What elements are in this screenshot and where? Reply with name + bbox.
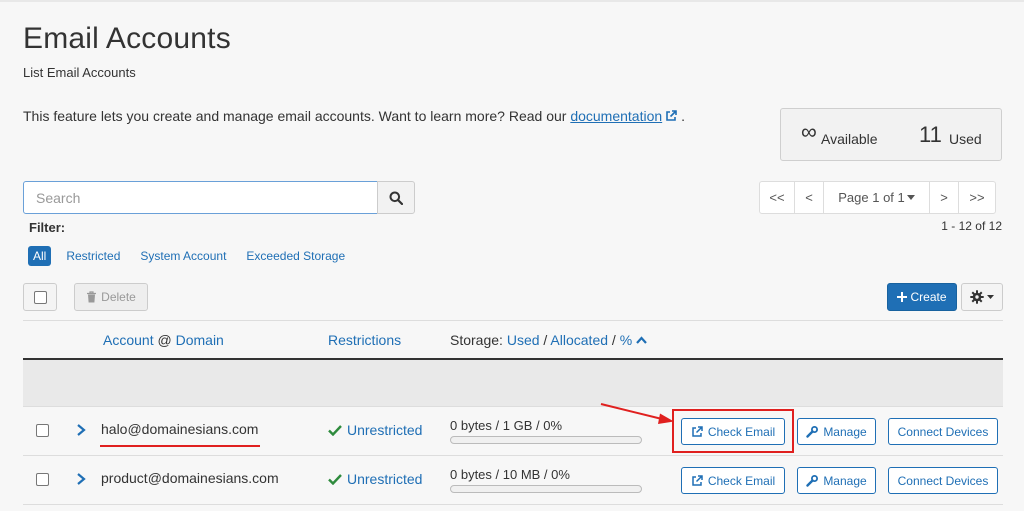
gear-icon: [970, 290, 984, 304]
column-header-restrictions: Restrictions: [328, 332, 401, 348]
page-label: Page 1 of 1: [838, 190, 905, 205]
table-row: halo@domainesians.com Unrestricted 0 byt…: [23, 407, 1003, 456]
manage-button[interactable]: Manage: [797, 418, 876, 445]
annotation-highlight-box: [672, 409, 794, 453]
account-email: product@domainesians.com: [101, 470, 279, 486]
result-range: 1 - 12 of 12: [941, 219, 1002, 233]
filter-all[interactable]: All: [28, 246, 52, 266]
row-checkbox[interactable]: [36, 424, 49, 437]
filter-exceeded-storage[interactable]: Exceeded Storage: [241, 246, 350, 266]
external-link-icon: [692, 474, 703, 486]
at-symbol: @: [157, 332, 172, 348]
documentation-link[interactable]: documentation: [570, 108, 662, 124]
trash-icon: [87, 291, 97, 303]
chevron-right-icon[interactable]: [74, 422, 88, 438]
connect-devices-label: Connect Devices: [897, 473, 989, 488]
manage-label: Manage: [823, 473, 867, 488]
next-page-button[interactable]: >: [929, 181, 959, 214]
intro-period: .: [681, 108, 685, 124]
filter-system-account[interactable]: System Account: [135, 246, 231, 266]
sort-domain-link[interactable]: Domain: [176, 332, 224, 348]
manage-button[interactable]: Manage: [797, 467, 876, 494]
delete-button[interactable]: Delete: [74, 283, 148, 311]
sort-restrictions-link[interactable]: Restrictions: [328, 332, 401, 348]
storage-usage-text: 0 bytes / 1 GB / 0%: [450, 418, 562, 433]
chevron-right-icon[interactable]: [74, 471, 88, 487]
restriction-status: Unrestricted: [328, 422, 422, 438]
row-checkbox[interactable]: [36, 473, 49, 486]
column-header-storage: Storage: Used / Allocated / %: [450, 332, 647, 348]
restriction-status: Unrestricted: [328, 471, 422, 487]
connect-devices-label: Connect Devices: [897, 424, 989, 439]
search-button[interactable]: [377, 181, 415, 214]
last-page-button[interactable]: >>: [958, 181, 996, 214]
caret-down-icon: [987, 295, 994, 299]
top-border: [0, 0, 1024, 2]
create-label: Create: [910, 290, 947, 304]
annotation-arrow: [600, 403, 674, 424]
storage-usage-text: 0 bytes / 10 MB / 0%: [450, 467, 570, 482]
used-label: Used: [949, 131, 982, 147]
connect-devices-button[interactable]: Connect Devices: [888, 467, 998, 494]
checkmark-icon: [328, 473, 342, 485]
account-email: halo@domainesians.com: [101, 421, 259, 437]
column-header-account-domain: Account @ Domain: [103, 332, 224, 348]
table-spacer-row: [23, 360, 1003, 407]
filter-label: Filter:: [29, 220, 66, 235]
sort-allocated-link[interactable]: Allocated: [550, 332, 608, 348]
search-icon: [389, 191, 403, 205]
checkmark-icon: [328, 424, 342, 436]
first-page-button[interactable]: <<: [759, 181, 795, 214]
separator: /: [611, 332, 616, 348]
account-stats-panel: ∞ Available 11 Used: [780, 108, 1002, 161]
pagination: << < Page 1 of 1 > >>: [759, 181, 996, 214]
manage-label: Manage: [823, 424, 867, 439]
sort-account-link[interactable]: Account: [103, 332, 154, 348]
used-count: 11: [919, 122, 942, 147]
create-button[interactable]: Create: [887, 283, 957, 311]
storage-progress-bar: [450, 485, 642, 493]
check-email-label: Check Email: [707, 473, 776, 488]
page-select[interactable]: Page 1 of 1: [823, 181, 930, 214]
available-label: Available: [821, 131, 878, 147]
intro-sentence: This feature lets you create and manage …: [23, 108, 571, 124]
table-row: product@domainesians.com Unrestricted 0 …: [23, 456, 1003, 505]
checkbox-box: [33, 290, 47, 304]
storage-progress-bar: [450, 436, 642, 444]
filter-options: All Restricted System Account Exceeded S…: [28, 246, 360, 266]
annotation-underline: [100, 445, 260, 447]
storage-prefix: Storage:: [450, 332, 503, 348]
caret-down-icon: [906, 195, 915, 200]
page-subtitle: List Email Accounts: [23, 65, 136, 80]
wrench-icon: [806, 474, 819, 487]
filter-restricted[interactable]: Restricted: [61, 246, 125, 266]
plus-icon: [897, 292, 908, 302]
search-input[interactable]: [23, 181, 378, 214]
external-link-icon[interactable]: [665, 110, 677, 122]
delete-label: Delete: [101, 290, 136, 304]
page-title: Email Accounts: [23, 22, 231, 55]
intro-text: This feature lets you create and manage …: [23, 108, 685, 124]
sort-used-link[interactable]: Used: [507, 332, 540, 348]
restriction-label[interactable]: Unrestricted: [347, 422, 422, 438]
prev-page-button[interactable]: <: [794, 181, 824, 214]
infinity-icon: ∞: [801, 119, 817, 144]
check-email-button[interactable]: Check Email: [681, 467, 785, 494]
table-top-border: [23, 320, 1003, 321]
select-all-checkbox[interactable]: [23, 283, 57, 311]
restriction-label[interactable]: Unrestricted: [347, 471, 422, 487]
connect-devices-button[interactable]: Connect Devices: [888, 418, 998, 445]
chevron-up-icon: [636, 336, 647, 344]
settings-dropdown-button[interactable]: [961, 283, 1003, 311]
separator: /: [543, 332, 548, 348]
wrench-icon: [806, 425, 819, 438]
sort-percent-link[interactable]: %: [620, 332, 632, 348]
